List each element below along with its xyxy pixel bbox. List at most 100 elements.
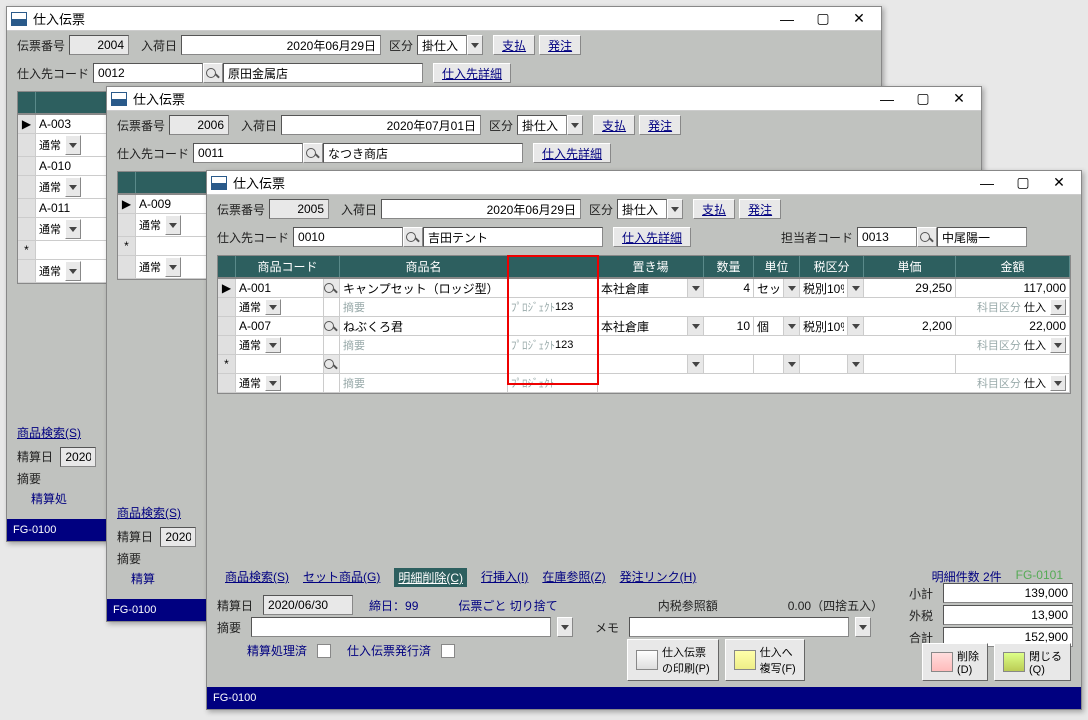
kubun-dropdown[interactable] bbox=[567, 115, 583, 135]
qty[interactable] bbox=[704, 279, 753, 297]
normal-dropdown[interactable] bbox=[265, 337, 281, 353]
tekiyo-dropdown[interactable] bbox=[557, 617, 573, 637]
unit-dropdown[interactable] bbox=[784, 317, 799, 335]
tax-dropdown[interactable] bbox=[848, 355, 863, 373]
denpyo-no-field[interactable] bbox=[269, 199, 329, 219]
stock-ref-link[interactable]: 在庫参照(Z) bbox=[542, 568, 605, 587]
minimize-button[interactable]: — bbox=[969, 171, 1005, 195]
seisan-date-field[interactable] bbox=[263, 595, 353, 615]
normal-dropdown[interactable] bbox=[265, 299, 281, 315]
kubun-field[interactable] bbox=[517, 115, 567, 135]
close-slip-button[interactable]: 閉じる (Q) bbox=[994, 643, 1071, 681]
tantou-name-field[interactable] bbox=[937, 227, 1027, 247]
close-button[interactable]: ✕ bbox=[841, 7, 877, 31]
memo-field[interactable] bbox=[629, 617, 849, 637]
tax-dropdown[interactable] bbox=[848, 279, 863, 297]
product-code[interactable] bbox=[236, 279, 323, 297]
tax[interactable] bbox=[800, 279, 847, 297]
copy-slip-button[interactable]: 仕入へ 複写(F) bbox=[725, 639, 805, 681]
nyuka-date-field[interactable] bbox=[281, 115, 481, 135]
nyuka-date-field[interactable] bbox=[381, 199, 581, 219]
shiire-code-field[interactable] bbox=[293, 227, 403, 247]
delete-button[interactable]: 削除 (D) bbox=[922, 643, 988, 681]
unit[interactable] bbox=[754, 355, 783, 373]
normal-dropdown[interactable] bbox=[165, 257, 181, 277]
product-search-link[interactable]: 商品検索(S) bbox=[225, 568, 289, 587]
denpyo-no-field[interactable] bbox=[169, 115, 229, 135]
price[interactable] bbox=[864, 279, 955, 297]
detail-delete-link[interactable]: 明細削除(C) bbox=[394, 568, 467, 587]
product-search-icon[interactable] bbox=[324, 317, 339, 335]
product-name[interactable] bbox=[340, 355, 507, 373]
kamoku-dropdown[interactable] bbox=[1050, 299, 1066, 315]
location[interactable] bbox=[598, 279, 687, 297]
maximize-button[interactable]: ▢ bbox=[905, 87, 941, 111]
minimize-button[interactable]: — bbox=[869, 87, 905, 111]
hachu-button[interactable]: 発注 bbox=[539, 35, 581, 55]
unit-dropdown[interactable] bbox=[784, 279, 799, 297]
nyuka-date-field[interactable] bbox=[181, 35, 381, 55]
kubun-dropdown[interactable] bbox=[667, 199, 683, 219]
unit[interactable] bbox=[754, 317, 783, 335]
normal-dropdown[interactable] bbox=[65, 135, 81, 155]
shiharai-button[interactable]: 支払 bbox=[693, 199, 735, 219]
denpyo-no-field[interactable] bbox=[69, 35, 129, 55]
shiire-name-field[interactable] bbox=[223, 63, 423, 83]
kubun-field[interactable] bbox=[617, 199, 667, 219]
location[interactable] bbox=[598, 355, 687, 373]
qty[interactable] bbox=[704, 355, 753, 373]
shiire-code-field[interactable] bbox=[193, 143, 303, 163]
shiire-detail-button[interactable]: 仕入先詳細 bbox=[433, 63, 511, 83]
tekiyo-field[interactable] bbox=[251, 617, 551, 637]
close-button[interactable]: ✕ bbox=[941, 87, 977, 111]
hachu-link[interactable]: 発注リンク(H) bbox=[620, 568, 697, 587]
location-dropdown[interactable] bbox=[688, 317, 703, 335]
shiire-code-field[interactable] bbox=[93, 63, 203, 83]
product-search-icon[interactable] bbox=[324, 279, 339, 297]
tantou-search-icon[interactable] bbox=[917, 227, 937, 247]
seisan-sumi-checkbox[interactable] bbox=[317, 644, 331, 658]
tax-dropdown[interactable] bbox=[848, 317, 863, 335]
product-search-link[interactable]: 商品検索(S) bbox=[17, 426, 81, 440]
set-product-link[interactable]: セット商品(G) bbox=[303, 568, 380, 587]
normal-dropdown[interactable] bbox=[65, 261, 81, 281]
unit-dropdown[interactable] bbox=[784, 355, 799, 373]
table-row[interactable] bbox=[218, 317, 1070, 336]
row-insert-link[interactable]: 行挿入(I) bbox=[481, 568, 528, 587]
location[interactable] bbox=[598, 317, 687, 335]
product-search-link[interactable]: 商品検索(S) bbox=[117, 506, 181, 520]
kamoku-dropdown[interactable] bbox=[1050, 375, 1066, 391]
table-row[interactable]: ▶ bbox=[218, 279, 1070, 298]
shiharai-button[interactable]: 支払 bbox=[493, 35, 535, 55]
minimize-button[interactable]: — bbox=[769, 7, 805, 31]
location-dropdown[interactable] bbox=[688, 355, 703, 373]
shiire-search-icon[interactable] bbox=[303, 143, 323, 163]
seisan-date-field[interactable] bbox=[160, 527, 196, 547]
shiire-detail-button[interactable]: 仕入先詳細 bbox=[613, 227, 691, 247]
kubun-field[interactable] bbox=[417, 35, 467, 55]
normal-dropdown[interactable] bbox=[65, 177, 81, 197]
hachu-button[interactable]: 発注 bbox=[739, 199, 781, 219]
product-name[interactable] bbox=[340, 317, 507, 335]
memo-dropdown[interactable] bbox=[855, 617, 871, 637]
shiire-search-icon[interactable] bbox=[403, 227, 423, 247]
unit[interactable] bbox=[754, 279, 783, 297]
amount[interactable] bbox=[956, 279, 1069, 297]
seisan-date-field[interactable] bbox=[60, 447, 96, 467]
product-code[interactable] bbox=[236, 317, 323, 335]
product-search-icon[interactable] bbox=[324, 355, 339, 373]
shiharai-button[interactable]: 支払 bbox=[593, 115, 635, 135]
kamoku-dropdown[interactable] bbox=[1050, 337, 1066, 353]
table-row[interactable]: * bbox=[218, 355, 1070, 374]
product-code[interactable] bbox=[236, 355, 323, 373]
hakko-sumi-checkbox[interactable] bbox=[441, 644, 455, 658]
print-slip-button[interactable]: 仕入伝票 の印刷(P) bbox=[627, 639, 719, 681]
product-name[interactable] bbox=[340, 279, 507, 297]
maximize-button[interactable]: ▢ bbox=[1005, 171, 1041, 195]
qty[interactable] bbox=[704, 317, 753, 335]
hachu-button[interactable]: 発注 bbox=[639, 115, 681, 135]
price[interactable] bbox=[864, 355, 955, 373]
shiire-name-field[interactable] bbox=[323, 143, 523, 163]
shiire-search-icon[interactable] bbox=[203, 63, 223, 83]
normal-dropdown[interactable] bbox=[65, 219, 81, 239]
